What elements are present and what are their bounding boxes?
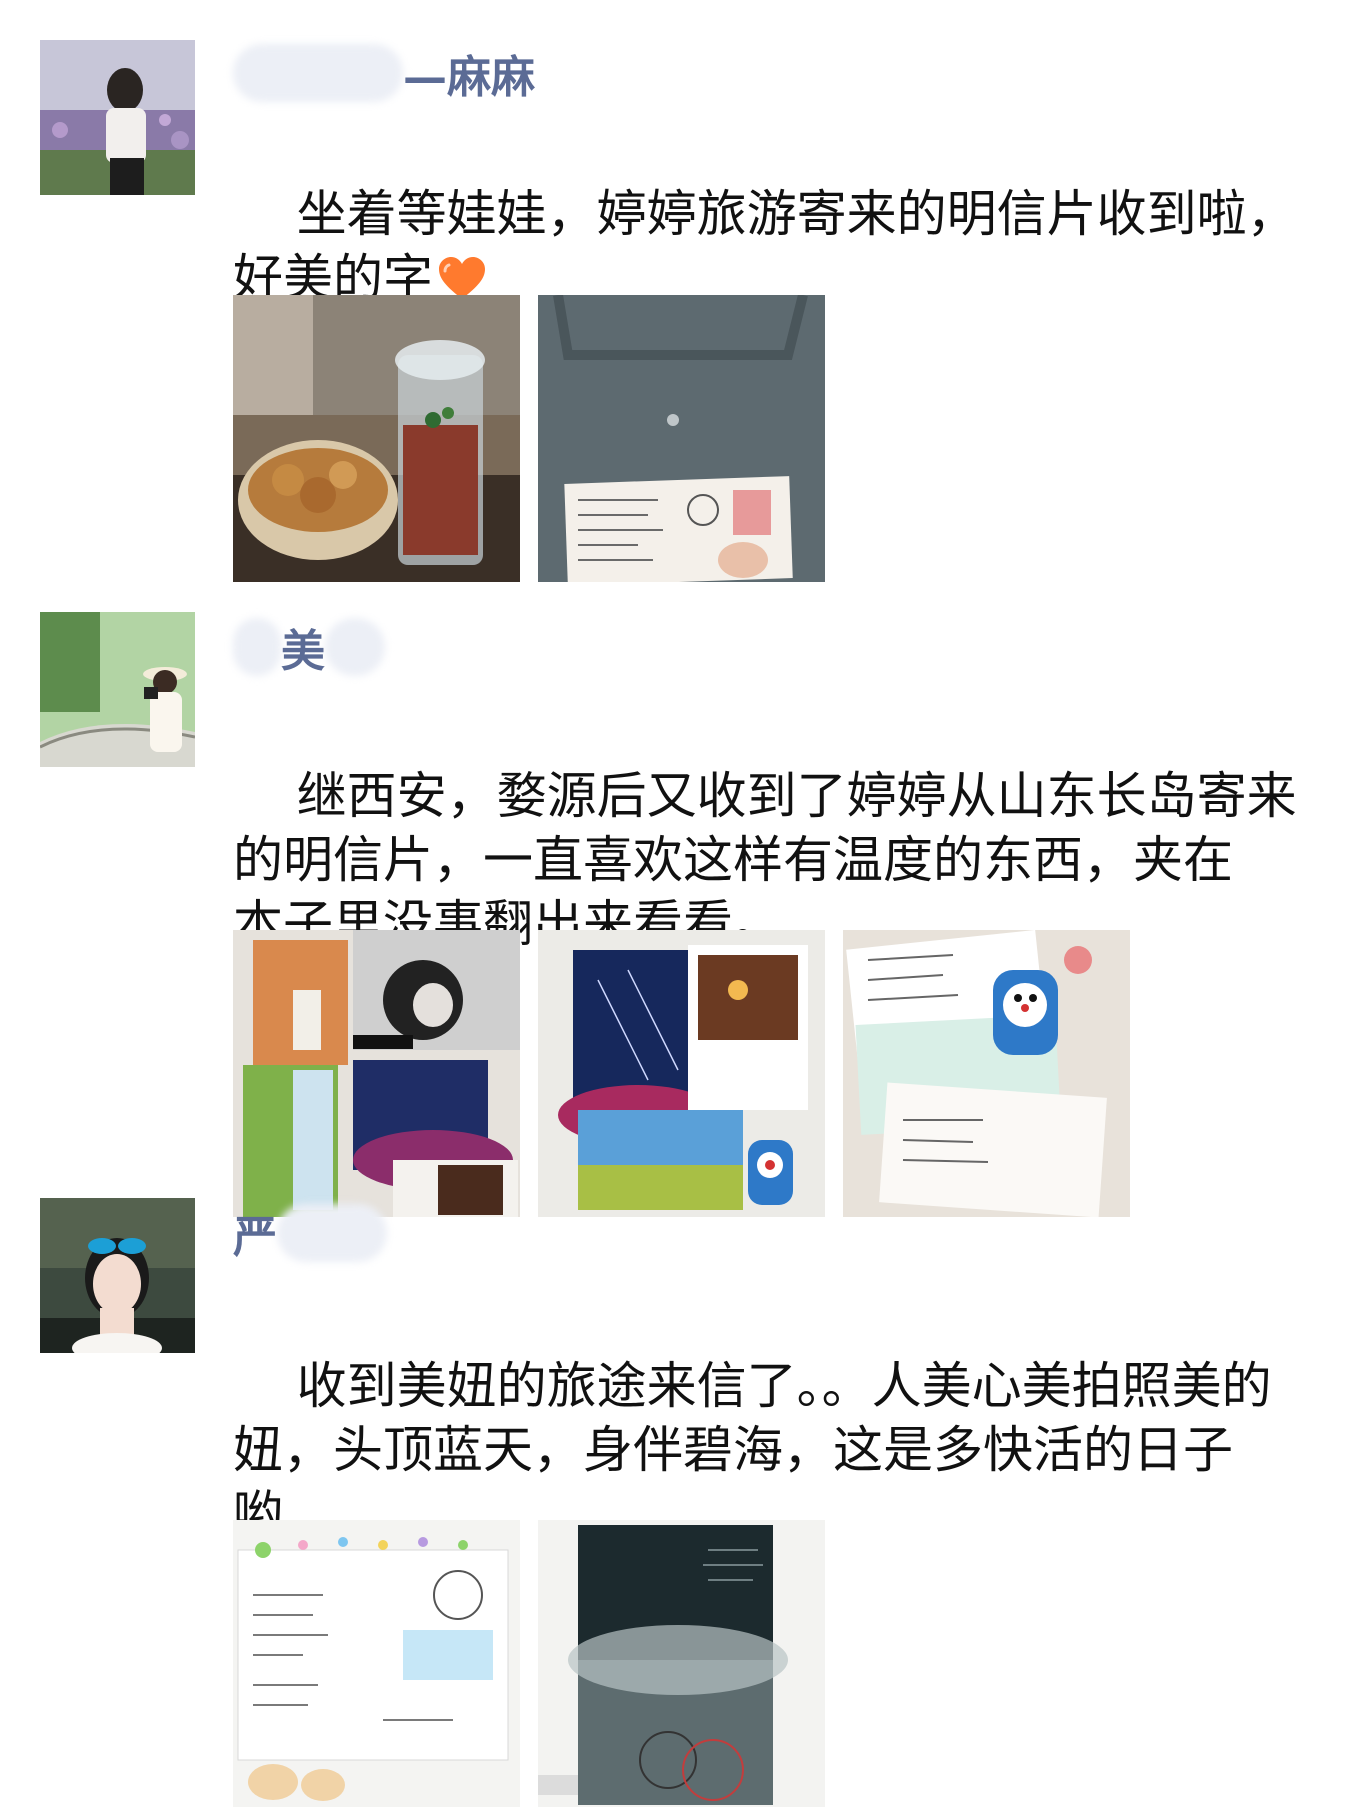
avatar[interactable] <box>40 40 195 195</box>
author-name-visible: 美 <box>281 626 325 677</box>
postcard-on-bag-photo[interactable] <box>538 295 825 582</box>
author-name[interactable]: 严 <box>233 1198 387 1268</box>
post-text-content: 收到美妞的旅途来信了。。人美心美拍照美的 妞，头顶蓝天，身伴碧海，这是多快活的日… <box>233 1357 1272 1543</box>
blurred-name <box>233 44 403 102</box>
postcards-doraemon-photo[interactable] <box>843 930 1130 1217</box>
blurred-name <box>233 618 281 676</box>
post-text-content: 坐着等娃娃，婷婷旅游寄来的明信片收到啦， 好美的字 <box>233 185 1297 307</box>
author-name[interactable]: 美 <box>233 612 385 682</box>
handwritten-postcard-photo[interactable] <box>233 1520 520 1807</box>
author-name[interactable]: —麻麻 <box>233 38 535 108</box>
post-images <box>233 295 825 582</box>
postcards-collage-photo[interactable] <box>233 930 520 1217</box>
author-name-visible: 严 <box>233 1212 277 1263</box>
post-images <box>233 1520 825 1807</box>
blurred-name <box>325 618 385 676</box>
postcards-starry-photo[interactable] <box>538 930 825 1217</box>
post-images <box>233 930 1130 1217</box>
author-name-visible: —麻麻 <box>403 52 535 103</box>
food-and-drink-photo[interactable] <box>233 295 520 582</box>
post-text-content: 继西安，婺源后又收到了婷婷从山东长岛寄来 的明信片，一直喜欢这样有温度的东西，夹… <box>233 767 1297 953</box>
blurred-name <box>277 1204 387 1262</box>
avatar[interactable] <box>40 612 195 767</box>
night-sky-postcard-photo[interactable] <box>538 1520 825 1807</box>
avatar[interactable] <box>40 1198 195 1353</box>
